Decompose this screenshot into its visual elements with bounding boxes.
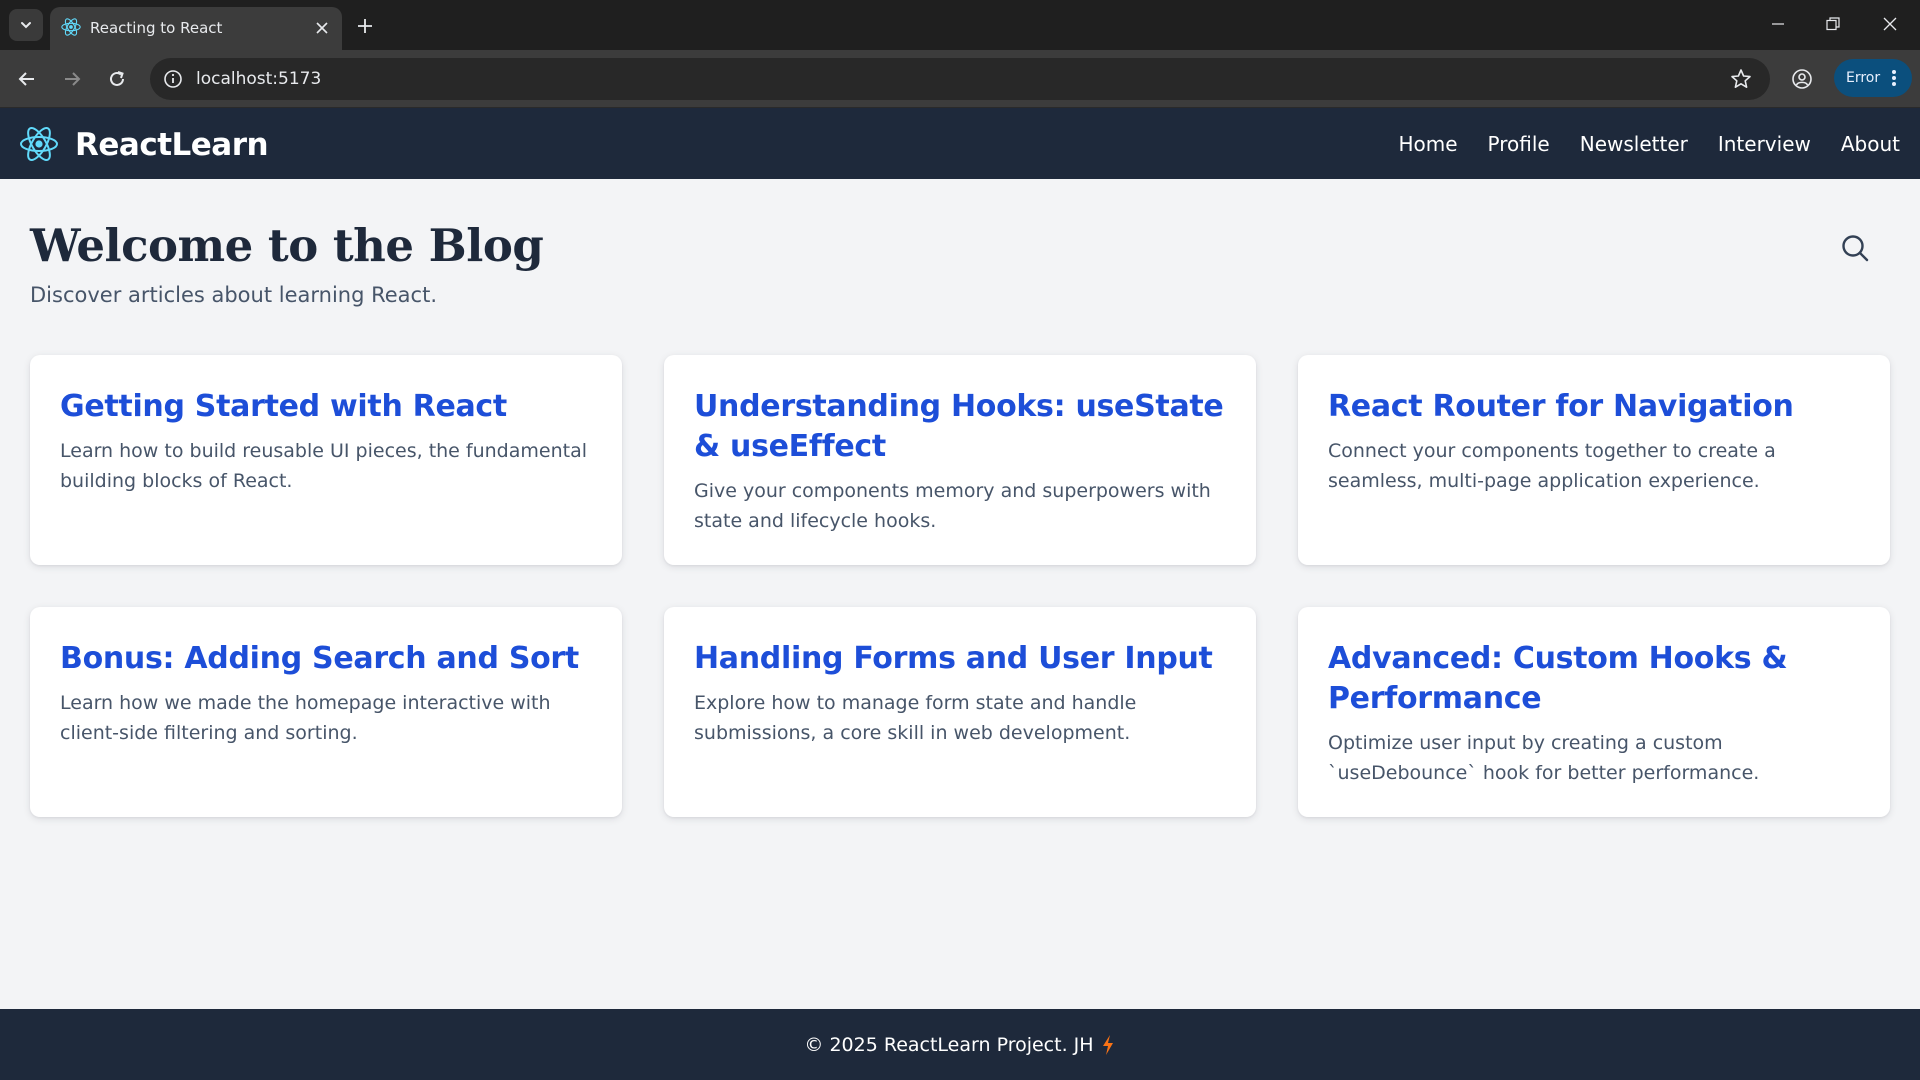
post-grid: Getting Started with React Learn how to … — [30, 355, 1890, 817]
post-title[interactable]: Getting Started with React — [60, 387, 592, 427]
minimize-button[interactable] — [1760, 10, 1796, 38]
address-bar[interactable]: localhost:5173 — [150, 58, 1770, 100]
minimize-icon — [1772, 23, 1784, 25]
url-text: localhost:5173 — [196, 69, 322, 89]
new-tab-button[interactable] — [352, 13, 378, 39]
tab-close-button[interactable] — [312, 18, 332, 38]
search-icon — [1842, 235, 1869, 262]
main-nav: Home Profile Newsletter Interview About — [1398, 108, 1900, 179]
page-subtitle: Discover articles about learning React. — [30, 283, 437, 307]
page-title: Welcome to the Blog — [30, 219, 544, 272]
post-card[interactable]: Advanced: Custom Hooks & Performance Opt… — [1298, 607, 1890, 817]
post-title[interactable]: Advanced: Custom Hooks & Performance — [1328, 639, 1860, 719]
post-card[interactable]: React Router for Navigation Connect your… — [1298, 355, 1890, 565]
post-card[interactable]: Understanding Hooks: useState & useEffec… — [664, 355, 1256, 565]
brand-name[interactable]: ReactLearn — [75, 127, 269, 163]
tab-title: Reacting to React — [90, 19, 223, 37]
post-description: Connect your components together to crea… — [1328, 440, 1776, 492]
search-button[interactable] — [1838, 231, 1872, 265]
app-footer: © 2025 ReactLearn Project. JH — [0, 1009, 1920, 1080]
star-icon[interactable] — [1730, 68, 1752, 90]
error-label: Error — [1846, 70, 1881, 86]
post-card[interactable]: Handling Forms and User Input Explore ho… — [664, 607, 1256, 817]
restore-button[interactable] — [1815, 10, 1851, 38]
browser-tab[interactable]: Reacting to React — [50, 7, 342, 50]
arrow-left-icon — [18, 72, 34, 86]
close-window-button[interactable] — [1872, 10, 1908, 38]
restore-icon — [1826, 17, 1840, 31]
more-vertical-icon — [1892, 70, 1896, 86]
post-description: Optimize user input by creating a custom… — [1328, 732, 1760, 784]
nav-interview[interactable]: Interview — [1718, 132, 1811, 156]
reload-icon — [110, 71, 124, 86]
forward-button[interactable] — [56, 63, 88, 95]
post-description: Learn how we made the homepage interacti… — [60, 692, 551, 744]
nav-newsletter[interactable]: Newsletter — [1580, 132, 1688, 156]
close-icon — [316, 22, 328, 34]
error-menu-button[interactable]: Error — [1834, 59, 1912, 97]
post-title[interactable]: React Router for Navigation — [1328, 387, 1860, 427]
info-icon[interactable] — [162, 68, 184, 90]
post-description: Explore how to manage form state and han… — [694, 692, 1137, 744]
footer-text: © 2025 ReactLearn Project. JH — [804, 1033, 1094, 1056]
post-description: Learn how to build reusable UI pieces, t… — [60, 440, 587, 492]
post-title[interactable]: Understanding Hooks: useState & useEffec… — [694, 387, 1226, 467]
post-title[interactable]: Bonus: Adding Search and Sort — [60, 639, 592, 679]
post-card[interactable]: Getting Started with React Learn how to … — [30, 355, 622, 565]
back-button[interactable] — [11, 63, 43, 95]
tab-search-button[interactable] — [9, 9, 43, 41]
lightning-bolt-icon — [1102, 1034, 1113, 1055]
post-description: Give your components memory and superpow… — [694, 480, 1211, 532]
reload-button[interactable] — [101, 63, 133, 95]
close-icon — [1883, 17, 1897, 31]
main-content: Welcome to the Blog Discover articles ab… — [0, 179, 1920, 1009]
browser-toolbar: localhost:5173 Error — [0, 50, 1920, 108]
nav-home[interactable]: Home — [1398, 132, 1457, 156]
post-card[interactable]: Bonus: Adding Search and Sort Learn how … — [30, 607, 622, 817]
profile-button[interactable] — [1786, 63, 1818, 95]
arrow-right-icon — [65, 72, 81, 86]
post-title[interactable]: Handling Forms and User Input — [694, 639, 1226, 679]
browser-tabstrip: Reacting to React — [0, 0, 1920, 50]
react-logo-icon[interactable] — [18, 123, 60, 165]
plus-icon — [358, 19, 372, 33]
react-favicon-icon — [61, 18, 81, 36]
nav-about[interactable]: About — [1841, 132, 1900, 156]
chevron-down-icon — [21, 22, 31, 29]
app-header: ReactLearn Home Profile Newsletter Inter… — [0, 108, 1920, 179]
nav-profile[interactable]: Profile — [1488, 132, 1550, 156]
profile-icon — [1792, 69, 1812, 89]
